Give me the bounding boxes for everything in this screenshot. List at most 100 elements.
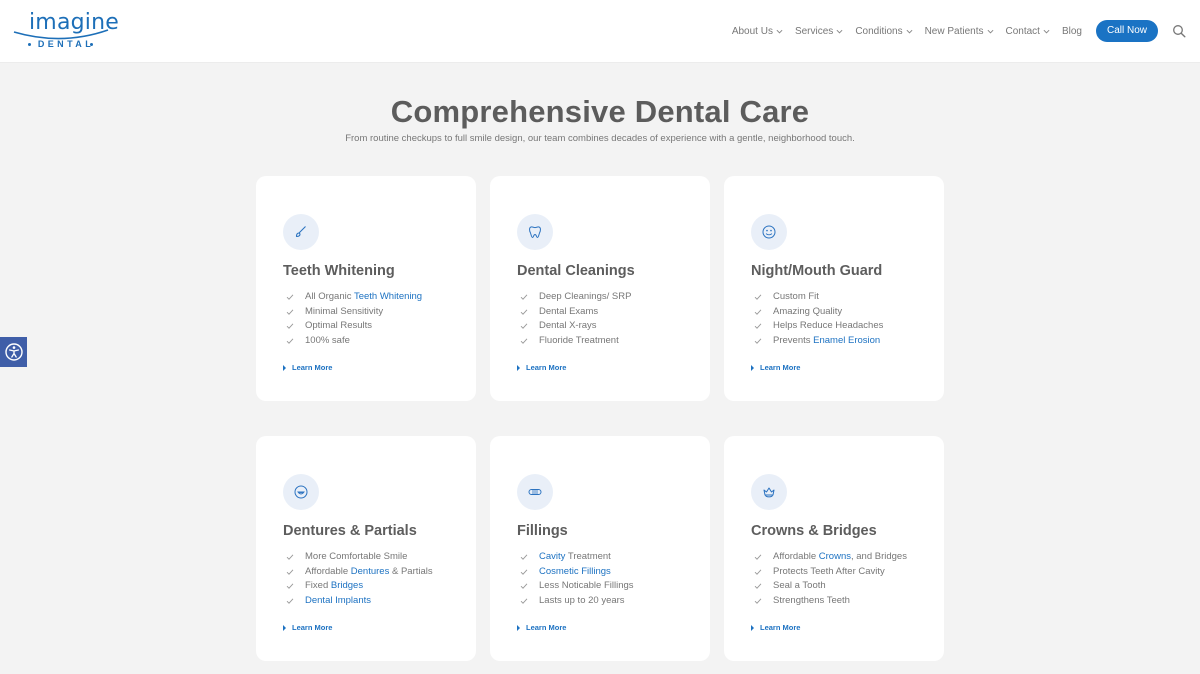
list-item-text: Fixed Bridges — [305, 579, 363, 594]
inline-link[interactable]: Crowns — [819, 551, 851, 562]
list-item-text: Strengthens Teeth — [773, 594, 850, 609]
text-segment: Treatment — [565, 551, 611, 562]
learn-more-link[interactable]: Learn More — [517, 623, 566, 632]
text-segment: Custom Fit — [773, 291, 819, 302]
check-icon — [520, 569, 528, 575]
service-card: Fillings Cavity Treatment Cosmetic Filling… — [490, 436, 710, 661]
list-item-text: More Comfortable Smile — [305, 550, 407, 565]
check-icon — [754, 598, 762, 604]
inline-link[interactable]: Cosmetic Fillings — [539, 566, 611, 577]
text-segment: Fixed — [305, 580, 331, 591]
list-item-text: Dental Implants — [305, 594, 371, 609]
list-item: Minimal Sensitivity — [286, 305, 422, 320]
accessibility-button[interactable] — [0, 337, 27, 367]
inline-link[interactable]: Enamel Erosion — [813, 335, 880, 346]
nav-item-contact[interactable]: Contact — [1006, 26, 1050, 37]
nav-item-label: About Us — [731, 25, 773, 37]
list-item: Cosmetic Fillings — [520, 565, 634, 580]
learn-more-label: Learn More — [292, 363, 333, 372]
learn-more-label: Learn More — [526, 363, 567, 372]
check-icon — [520, 598, 528, 604]
page-title: Comprehensive Dental Care — [390, 94, 810, 129]
text-segment: All Organic — [305, 291, 354, 302]
learn-more-link[interactable]: Learn More — [517, 363, 566, 372]
caret-right-icon — [751, 364, 754, 371]
service-card-title: Fillings — [517, 523, 568, 539]
service-icon-badge — [283, 214, 319, 250]
check-icon — [286, 598, 294, 604]
check-icon — [754, 554, 762, 561]
text-segment: Affordable — [773, 551, 819, 562]
nav-item-services[interactable]: Services — [795, 26, 843, 37]
service-feature-list: Affordable Crowns, and Bridges Protects T… — [754, 550, 907, 608]
list-item-text: Custom Fit — [773, 290, 819, 305]
list-item: Prevents Enamel Erosion — [754, 334, 883, 349]
caret-right-icon — [283, 624, 286, 631]
check-icon — [286, 554, 294, 561]
list-item: More Comfortable Smile — [286, 550, 433, 565]
nav-item-conditions[interactable]: Conditions — [855, 26, 913, 37]
list-item-text: Protects Teeth After Cavity — [773, 565, 885, 580]
list-item-text: Helps Reduce Headaches — [773, 319, 883, 334]
list-item: Affordable Crowns, and Bridges — [754, 550, 907, 565]
list-item-text: Seal a Tooth — [773, 579, 826, 594]
logo[interactable]: imagine DENTAL — [12, 10, 119, 52]
text-segment: Strengthens Teeth — [773, 594, 850, 606]
logo-dot — [90, 43, 93, 46]
chevron-down-icon — [836, 29, 843, 33]
nav-item-new-patients[interactable]: New Patients — [925, 26, 994, 37]
list-item: Amazing Quality — [754, 305, 883, 320]
search-icon[interactable] — [1172, 24, 1186, 38]
text-segment: Lasts up to 20 years — [539, 594, 625, 606]
check-icon — [286, 294, 294, 301]
inline-link[interactable]: Dentures — [351, 566, 390, 577]
list-item: Affordable Dentures & Partials — [286, 565, 433, 580]
service-card: Teeth Whitening All Organic Teeth Whiteni… — [256, 176, 476, 401]
learn-more-link[interactable]: Learn More — [283, 623, 332, 632]
list-item-text: Dental X-rays — [539, 319, 597, 334]
text-segment: Minimal Sensitivity — [305, 305, 384, 317]
list-item: Dental Exams — [520, 305, 631, 320]
list-item-text: Less Noticable Fillings — [539, 579, 634, 594]
check-icon — [520, 583, 528, 590]
inline-link[interactable]: Teeth Whitening — [354, 291, 422, 302]
nav-item-blog[interactable]: Blog — [1062, 26, 1082, 37]
text-segment: Prevents — [773, 334, 814, 346]
check-icon — [520, 554, 528, 561]
text-segment: Fluoride Treatment — [539, 334, 619, 346]
list-item: Helps Reduce Headaches — [754, 319, 883, 334]
list-item: Dental Implants — [286, 594, 433, 609]
check-icon — [286, 583, 294, 590]
check-icon — [286, 309, 294, 315]
list-item-text: Affordable Crowns, and Bridges — [773, 550, 907, 565]
text-segment: , and Bridges — [850, 551, 907, 562]
text-segment: Protects Teeth After Cavity — [773, 565, 885, 577]
chevron-down-icon — [776, 29, 783, 33]
list-item: All Organic Teeth Whitening — [286, 290, 422, 305]
text-segment: & Partials — [389, 565, 433, 577]
service-card-title: Night/Mouth Guard — [751, 263, 883, 279]
list-item: Less Noticable Fillings — [520, 579, 634, 594]
text-segment: Dental X-rays — [539, 320, 597, 331]
text-segment: Optimal Results — [305, 320, 373, 331]
service-icon-badge — [751, 474, 787, 510]
inline-link[interactable]: Dental Implants — [305, 595, 371, 606]
list-item: Lasts up to 20 years — [520, 594, 634, 609]
text-segment: Affordable — [305, 565, 351, 577]
learn-more-link[interactable]: Learn More — [751, 623, 800, 632]
learn-more-link[interactable]: Learn More — [751, 363, 800, 372]
list-item: 100% safe — [286, 334, 422, 349]
service-icon-badge — [517, 474, 553, 510]
inline-link[interactable]: Bridges — [331, 580, 363, 591]
inline-link[interactable]: Cavity — [539, 551, 565, 562]
service-icon-badge — [283, 474, 319, 510]
nav-item-about-us[interactable]: About Us — [732, 26, 783, 37]
learn-more-link[interactable]: Learn More — [283, 363, 332, 372]
check-icon — [286, 323, 294, 330]
check-icon — [286, 569, 294, 575]
list-item-text: 100% safe — [305, 334, 350, 349]
call-now-button[interactable]: Call Now — [1095, 20, 1158, 42]
list-item-text: Dental Exams — [539, 305, 598, 320]
site-header: imagine DENTAL About Us Services Conditi… — [0, 0, 1200, 63]
list-item: Deep Cleanings/ SRP — [520, 290, 631, 305]
